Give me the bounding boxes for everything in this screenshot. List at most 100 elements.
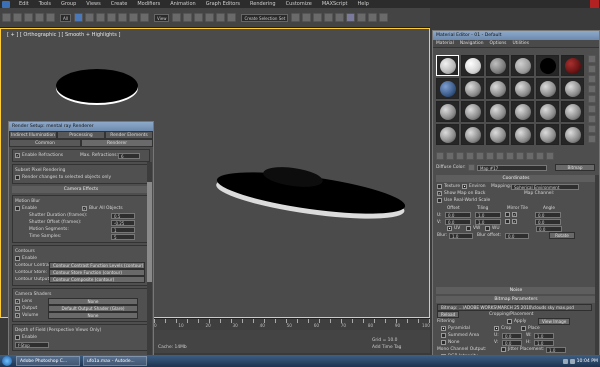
bitmap-path-button[interactable]: Bitmap: ...\ADOBE WORKS\MARCH 25 2010\cl… (437, 304, 592, 311)
filter-none-radio[interactable] (441, 340, 446, 345)
render-setup-scrollbar[interactable] (147, 162, 152, 357)
material-slot[interactable] (536, 101, 559, 122)
shutter-offset-field[interactable]: -0.25 (111, 219, 135, 226)
snap-toggle-icon[interactable] (194, 13, 204, 22)
pivot-center-icon[interactable] (172, 13, 182, 22)
layer-manager-icon[interactable] (313, 13, 323, 22)
material-slot[interactable] (561, 124, 584, 145)
v-angle-field[interactable]: 0.0 (535, 218, 561, 225)
move-icon[interactable] (117, 13, 127, 22)
backlight-icon[interactable] (588, 65, 596, 73)
bitmap-parameters-heading[interactable]: Bitmap Parameters (436, 296, 596, 303)
render-setup-icon[interactable] (357, 13, 367, 22)
show-end-result-icon[interactable] (526, 151, 534, 160)
contours-enable-checkbox[interactable] (15, 256, 20, 261)
make-preview-icon[interactable] (588, 105, 596, 113)
angle-snap-icon[interactable] (205, 13, 215, 22)
shutter-duration-field[interactable]: 0.5 (111, 212, 135, 219)
v-mirror-checkbox[interactable] (505, 219, 510, 224)
tab-processing[interactable]: Processing (57, 131, 105, 139)
material-editor-icon[interactable] (346, 13, 356, 22)
spinner-snap-icon[interactable] (227, 13, 237, 22)
texture-radio[interactable] (437, 184, 442, 189)
vw-radio[interactable] (466, 226, 471, 231)
menu-group[interactable]: Group (56, 1, 81, 7)
taskbar-3dsmax[interactable]: ufo1a.max - Autode... (83, 356, 147, 366)
material-slot[interactable] (461, 78, 484, 99)
curve-editor-icon[interactable] (324, 13, 334, 22)
viewport-label[interactable]: [ + ] [ Orthographic ] [ Smooth + Highli… (7, 32, 120, 38)
material-slot[interactable] (436, 124, 459, 145)
volume-icon[interactable] (569, 358, 575, 364)
window-crossing-icon[interactable] (106, 13, 116, 22)
mirror-icon[interactable] (291, 13, 301, 22)
lens-checkbox[interactable]: ✓ (15, 299, 20, 304)
material-slot[interactable] (436, 101, 459, 122)
clock[interactable]: 10:04 PM (577, 359, 598, 364)
material-slot[interactable] (436, 55, 459, 76)
camera-effects-heading[interactable]: Camera Effects (12, 186, 150, 193)
menu-graph-editors[interactable]: Graph Editors (201, 1, 245, 7)
background-icon[interactable] (588, 75, 596, 83)
material-editor-title[interactable]: Material Editor - 01 - Default (433, 31, 599, 40)
crop-u-field[interactable]: 0.0 (502, 332, 522, 339)
pick-material-icon[interactable] (468, 164, 475, 171)
material-slot[interactable] (561, 55, 584, 76)
u-tile-checkbox[interactable]: ✓ (512, 212, 517, 217)
align-icon[interactable] (302, 13, 312, 22)
material-slot[interactable] (486, 124, 509, 145)
material-slot[interactable] (511, 55, 534, 76)
me-menu-navigation[interactable]: Navigation (457, 40, 487, 47)
timeline[interactable]: 0 10 20 30 40 50 60 70 80 90 100 (154, 318, 430, 330)
close-window-button[interactable] (590, 0, 599, 8)
uv-tiling-icon[interactable] (588, 85, 596, 93)
place-radio[interactable] (521, 326, 526, 331)
menu-customize[interactable]: Customize (281, 1, 317, 7)
video-color-check-icon[interactable] (588, 95, 596, 103)
material-editor-scrollbar[interactable] (595, 175, 599, 355)
lens-shader-button[interactable]: None (48, 298, 138, 305)
make-copy-icon[interactable] (476, 151, 484, 160)
tab-common[interactable]: Common (9, 139, 81, 147)
percent-snap-icon[interactable] (216, 13, 226, 22)
blur-all-objects-checkbox[interactable]: ✓ (82, 206, 87, 211)
v-tiling-field[interactable]: 1.0 (475, 218, 501, 225)
dof-enable-checkbox[interactable] (15, 335, 20, 340)
render-selected-only-checkbox[interactable] (15, 175, 20, 180)
crop-radio[interactable]: • (494, 326, 499, 331)
menu-views[interactable]: Views (81, 1, 105, 7)
me-menu-utilities[interactable]: Utilities (509, 40, 532, 47)
rotate-icon[interactable] (128, 13, 138, 22)
u-tiling-field[interactable]: 1.0 (475, 211, 501, 218)
material-slot[interactable] (536, 78, 559, 99)
make-unique-icon[interactable] (486, 151, 494, 160)
blur-field[interactable]: 1.0 (449, 232, 473, 239)
material-slot[interactable] (486, 101, 509, 122)
output-shader-button[interactable]: Default Output Shader (Glare) (48, 305, 138, 312)
menu-help[interactable]: Help (353, 1, 374, 7)
mapping-dropdown[interactable]: Spherical Environment (511, 183, 579, 190)
selection-filter-dropdown[interactable]: All (60, 13, 71, 22)
rotate-button[interactable]: Rotate (549, 232, 575, 239)
time-samples-field[interactable]: 5 (111, 233, 135, 240)
noise-heading[interactable]: Noise (436, 287, 596, 294)
show-map-in-viewport-icon[interactable] (516, 151, 524, 160)
v-tile-checkbox[interactable]: ✓ (512, 219, 517, 224)
menu-modifiers[interactable]: Modifiers (132, 1, 165, 7)
named-selection-sets-dropdown[interactable]: Create Selection Set (241, 13, 289, 22)
go-to-parent-icon[interactable] (536, 151, 544, 160)
crop-v-field[interactable]: 0.0 (502, 339, 522, 346)
summed-area-radio[interactable] (441, 333, 446, 338)
material-slot[interactable] (511, 124, 534, 145)
menu-maxscript[interactable]: MAXScript (317, 1, 353, 7)
select-object-icon[interactable] (73, 13, 83, 22)
options-icon[interactable] (588, 115, 596, 123)
blur-offset-field[interactable]: 0.0 (505, 232, 529, 239)
apply-checkbox[interactable] (507, 319, 512, 324)
jitter-placement-checkbox[interactable] (501, 347, 506, 352)
crop-h-field[interactable]: 1.0 (534, 339, 554, 346)
material-slot[interactable] (461, 101, 484, 122)
w-angle-field[interactable]: 0.0 (536, 225, 562, 232)
motion-segments-field[interactable]: 1 (111, 226, 135, 233)
material-slot[interactable] (486, 78, 509, 99)
